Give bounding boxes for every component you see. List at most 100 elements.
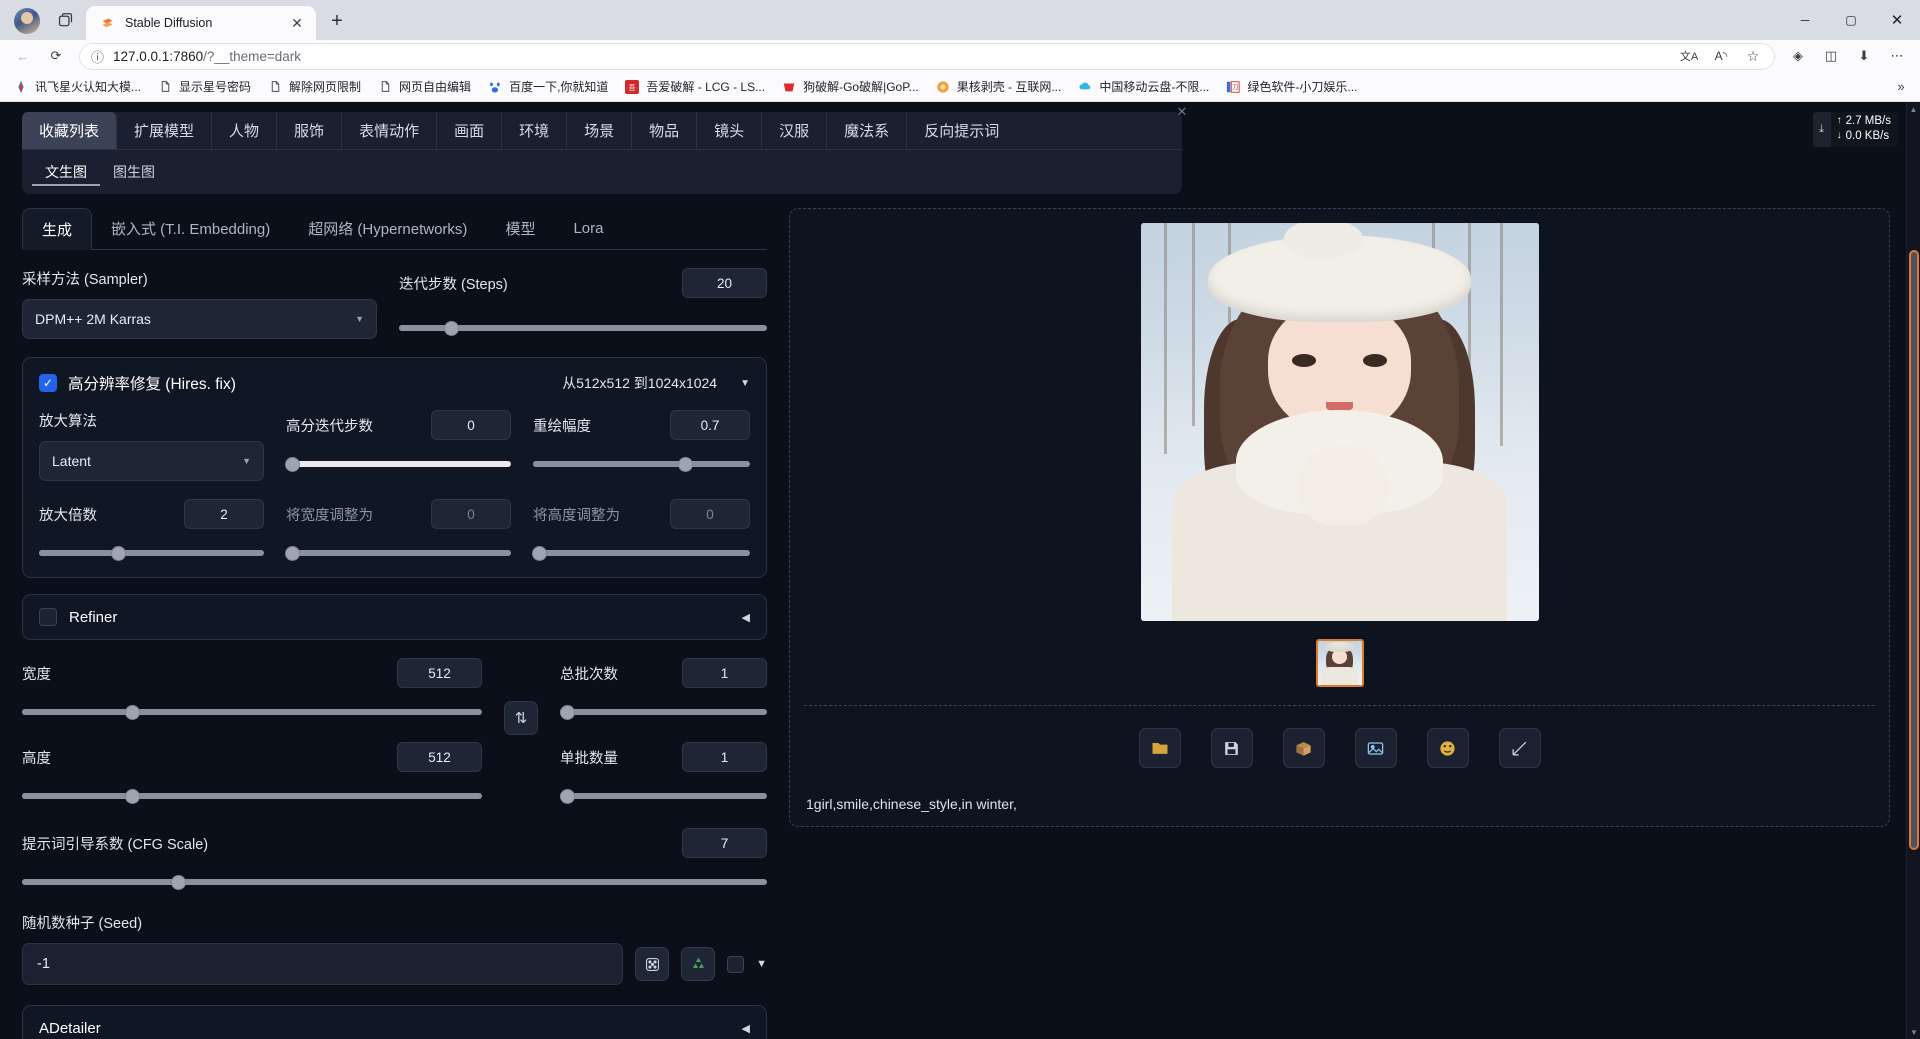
adetailer-accordion[interactable]: ADetailer ◀ bbox=[22, 1005, 767, 1039]
cfg-slider[interactable] bbox=[22, 874, 767, 890]
close-icon[interactable]: ✕ bbox=[286, 12, 308, 34]
sub-tab-img2img[interactable]: 图生图 bbox=[100, 159, 168, 186]
batch-size-value[interactable]: 1 bbox=[682, 742, 767, 772]
batch-count-value[interactable]: 1 bbox=[682, 658, 767, 688]
steps-slider[interactable] bbox=[399, 320, 767, 336]
category-tab-expressions[interactable]: 表情动作 bbox=[342, 112, 438, 149]
tab-embedding[interactable]: 嵌入式 (T.I. Embedding) bbox=[92, 207, 289, 249]
browser-tab[interactable]: Stable Diffusion ✕ bbox=[86, 6, 316, 40]
category-tab-extensions[interactable]: 扩展模型 bbox=[117, 112, 213, 149]
maximize-button[interactable]: ▢ bbox=[1828, 0, 1874, 40]
downloads-icon[interactable]: ⬇ bbox=[1849, 42, 1879, 70]
bookmark-item[interactable]: 网页自由编辑 bbox=[370, 75, 478, 98]
category-tab-camera[interactable]: 镜头 bbox=[697, 112, 763, 149]
width-slider[interactable] bbox=[22, 704, 482, 720]
height-slider[interactable] bbox=[22, 788, 482, 804]
bookmark-item[interactable]: 果核剥壳 - 互联网... bbox=[928, 75, 1069, 98]
bookmark-item[interactable]: 解除网页限制 bbox=[260, 75, 368, 98]
tab-list-icon[interactable] bbox=[50, 5, 80, 35]
send-to-extras-button[interactable] bbox=[1498, 728, 1541, 768]
open-folder-button[interactable] bbox=[1138, 728, 1181, 768]
chevron-down-icon[interactable]: ▼ bbox=[756, 958, 767, 970]
hires-fix-checkbox[interactable] bbox=[39, 374, 57, 392]
height-value[interactable]: 512 bbox=[397, 742, 482, 772]
minimize-button[interactable]: ─ bbox=[1782, 0, 1828, 40]
back-icon[interactable]: ← bbox=[8, 42, 38, 70]
sampler-select[interactable]: DPM++ 2M Karras ▼ bbox=[22, 299, 377, 339]
site-info-icon[interactable]: ⓘ bbox=[91, 47, 104, 66]
resize-width-value[interactable]: 0 bbox=[431, 499, 511, 529]
reload-icon[interactable]: ⟳ bbox=[41, 42, 71, 70]
save-button[interactable] bbox=[1210, 728, 1253, 768]
tab-checkpoints[interactable]: 模型 bbox=[486, 207, 554, 249]
reuse-seed-button[interactable] bbox=[681, 947, 716, 981]
generated-image[interactable] bbox=[1140, 223, 1539, 621]
new-tab-button[interactable]: + bbox=[322, 6, 352, 36]
steps-value[interactable]: 20 bbox=[682, 268, 767, 298]
copilot-icon[interactable]: ◈ bbox=[1783, 42, 1813, 70]
bookmarks-overflow-button[interactable]: » bbox=[1888, 75, 1914, 99]
category-tab-favorites[interactable]: 收藏列表 bbox=[22, 112, 118, 149]
translate-icon[interactable]: 文A bbox=[1674, 42, 1704, 70]
tab-lora[interactable]: Lora bbox=[554, 207, 622, 249]
chevron-left-icon[interactable]: ◀ bbox=[742, 1022, 750, 1035]
category-tab-composition[interactable]: 画面 bbox=[437, 112, 503, 149]
category-tab-characters[interactable]: 人物 bbox=[212, 112, 278, 149]
window-close-button[interactable]: ✕ bbox=[1874, 0, 1920, 40]
category-tab-negative[interactable]: 反向提示词 bbox=[907, 112, 1016, 149]
bookmark-item[interactable]: 刀 绿色软件-小刀娱乐... bbox=[1218, 75, 1364, 98]
cfg-value[interactable]: 7 bbox=[682, 828, 767, 858]
bookmark-item[interactable]: 百度一下,你就知道 bbox=[480, 75, 615, 98]
bookmark-item[interactable]: 中国移动云盘-不限... bbox=[1070, 75, 1216, 98]
width-value[interactable]: 512 bbox=[397, 658, 482, 688]
gallery-thumbnail[interactable] bbox=[1315, 639, 1364, 687]
upscale-by-value[interactable]: 2 bbox=[184, 499, 264, 529]
favorite-icon[interactable]: ☆ bbox=[1738, 42, 1768, 70]
bookmark-item[interactable]: 吾 吾爱破解 - LCG - LS... bbox=[617, 75, 772, 98]
page-scrollbar[interactable]: ▲ ▼ bbox=[1906, 102, 1920, 1039]
batch-count-slider[interactable] bbox=[560, 704, 767, 720]
send-to-img2img-button[interactable] bbox=[1354, 728, 1397, 768]
save-zip-button[interactable] bbox=[1282, 728, 1325, 768]
bookmark-item[interactable]: 狗破解-Go破解|GoP... bbox=[774, 75, 926, 98]
category-tab-clothing[interactable]: 服饰 bbox=[277, 112, 343, 149]
upscale-by-slider[interactable] bbox=[39, 545, 264, 561]
resize-width-slider[interactable] bbox=[285, 545, 511, 561]
swap-dimensions-button[interactable]: ⇅ bbox=[504, 701, 538, 735]
sub-tab-txt2img[interactable]: 文生图 bbox=[32, 159, 100, 186]
read-aloud-icon[interactable]: A◝ bbox=[1706, 42, 1736, 70]
upscaler-select[interactable]: Latent ▼ bbox=[39, 441, 264, 481]
hires-steps-slider[interactable] bbox=[285, 456, 511, 472]
scroll-up-icon[interactable]: ▲ bbox=[1907, 102, 1920, 116]
close-icon[interactable]: ✕ bbox=[1172, 102, 1192, 122]
category-tab-environment[interactable]: 环境 bbox=[502, 112, 568, 149]
denoise-value[interactable]: 0.7 bbox=[670, 410, 750, 440]
split-screen-icon[interactable]: ◫ bbox=[1816, 42, 1846, 70]
resize-height-slider[interactable] bbox=[532, 545, 750, 561]
category-tab-scene[interactable]: 场景 bbox=[567, 112, 633, 149]
chevron-down-icon[interactable]: ▼ bbox=[740, 378, 750, 389]
extra-seed-checkbox[interactable] bbox=[727, 955, 745, 973]
random-seed-button[interactable] bbox=[635, 947, 670, 981]
category-tab-magic[interactable]: 魔法系 bbox=[827, 112, 908, 149]
category-tab-hanfu[interactable]: 汉服 bbox=[762, 112, 828, 149]
hires-steps-value[interactable]: 0 bbox=[431, 410, 511, 440]
refiner-accordion[interactable]: Refiner ◀ bbox=[22, 594, 767, 640]
chevron-left-icon[interactable]: ◀ bbox=[742, 611, 750, 624]
address-bar[interactable]: ⓘ 127.0.0.1:7860/?__theme=dark 文A A◝ ☆ bbox=[79, 42, 1775, 70]
seed-input[interactable]: -1 bbox=[22, 943, 624, 985]
scroll-down-icon[interactable]: ▼ bbox=[1907, 1025, 1920, 1039]
bookmark-item[interactable]: 显示星号密码 bbox=[150, 75, 258, 98]
denoise-slider[interactable] bbox=[533, 456, 750, 472]
resize-height-value[interactable]: 0 bbox=[670, 499, 750, 529]
more-options-icon[interactable]: ⋯ bbox=[1882, 42, 1912, 70]
profile-avatar[interactable] bbox=[14, 8, 40, 34]
refiner-checkbox[interactable] bbox=[39, 608, 57, 626]
scrollbar-thumb[interactable] bbox=[1909, 250, 1919, 850]
batch-size-slider[interactable] bbox=[560, 788, 767, 804]
hires-fix-header[interactable]: 高分辨率修复 (Hires. fix) 从512x512 到1024x1024 … bbox=[39, 372, 750, 394]
category-tab-objects[interactable]: 物品 bbox=[632, 112, 698, 149]
tab-generate[interactable]: 生成 bbox=[22, 208, 93, 250]
send-to-inpaint-button[interactable] bbox=[1426, 728, 1469, 768]
bookmark-item[interactable]: 讯飞星火认知大模... bbox=[6, 75, 148, 98]
